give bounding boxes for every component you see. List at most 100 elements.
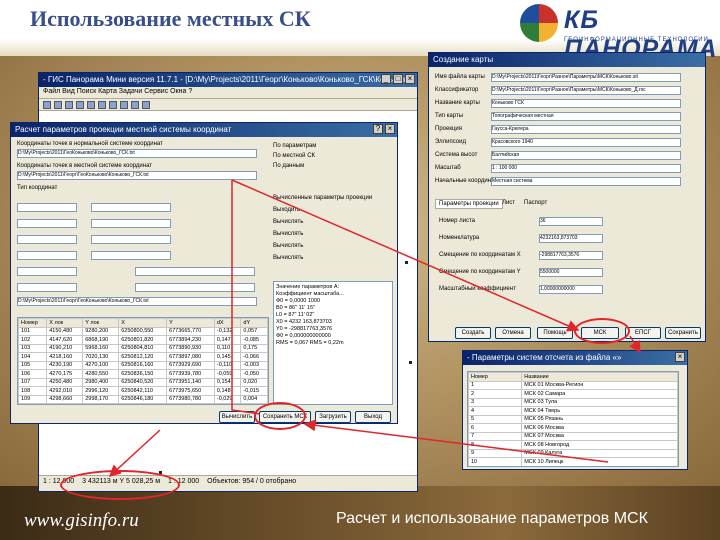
tab-sheet[interactable]: Лист bbox=[499, 199, 518, 207]
info-icon[interactable] bbox=[142, 101, 150, 109]
list-item[interactable]: 7 МСК 07 Москва bbox=[468, 431, 678, 441]
input-12[interactable] bbox=[135, 283, 255, 292]
search-icon[interactable] bbox=[120, 101, 128, 109]
table-row[interactable]: 102 4147,620 6868,190 6250801,820 6773894,23… bbox=[18, 335, 268, 345]
option-2[interactable]: По местной СК bbox=[273, 153, 315, 159]
calculate-button[interactable]: Вычислить bbox=[219, 411, 255, 423]
cancel-button[interactable]: Отмена bbox=[495, 327, 531, 339]
print-icon[interactable] bbox=[65, 101, 73, 109]
create-map-row-input[interactable]: Топографическая местная bbox=[491, 112, 681, 121]
check-2[interactable]: Вычислять bbox=[273, 219, 303, 225]
tab-projection[interactable]: Параметры проекции bbox=[435, 199, 503, 209]
projection-param-input[interactable]: -298817763,3576 bbox=[539, 251, 603, 260]
zoom-out-icon[interactable] bbox=[87, 101, 95, 109]
table-row[interactable]: 103 4190,210 5968,160 6250804,810 6773890,93… bbox=[18, 343, 268, 353]
projection-param-input[interactable]: 4232163,873703 bbox=[539, 234, 603, 243]
zoom-in-icon[interactable] bbox=[76, 101, 84, 109]
points-table-header-cell[interactable]: X лок bbox=[46, 318, 84, 328]
table-row[interactable]: 105 4230,190 4270,100 6250816,160 6773929,69… bbox=[18, 360, 268, 370]
input-5[interactable] bbox=[17, 267, 77, 276]
list-item[interactable]: 8 МСК 08 Новгород bbox=[468, 440, 678, 450]
close-icon[interactable]: × bbox=[385, 124, 395, 134]
create-map-row-input[interactable]: Балтийская bbox=[491, 151, 681, 160]
src-file-input[interactable]: D:\My\Projects\2011\ГеоКоньково\Коньково… bbox=[17, 149, 257, 158]
input-10[interactable] bbox=[91, 251, 171, 260]
list-item-name: МСК 07 Москва bbox=[521, 431, 678, 441]
list-item[interactable]: 4 МСК 04 Тверь bbox=[468, 406, 678, 416]
projection-param-input[interactable]: 1,00000000000 bbox=[539, 285, 603, 294]
help-icon[interactable]: ? bbox=[373, 124, 383, 134]
epsg-button[interactable]: ЕПСГ bbox=[625, 327, 661, 339]
input-9[interactable] bbox=[91, 235, 171, 244]
points-table-header-cell[interactable]: Номер bbox=[18, 318, 48, 328]
gis-menubar[interactable]: Файл Вид Поиск Карта Задачи Сервис Окна … bbox=[39, 87, 417, 99]
input-11[interactable] bbox=[135, 267, 255, 276]
maximize-icon[interactable]: □ bbox=[393, 74, 403, 84]
measure-icon[interactable] bbox=[131, 101, 139, 109]
local-file-input[interactable]: D:\My\Projects\2011\Георг\ГеоКоньково\Ко… bbox=[17, 171, 257, 180]
points-table-header-cell[interactable]: dY bbox=[240, 318, 268, 328]
close-icon[interactable]: × bbox=[405, 74, 415, 84]
select-icon[interactable] bbox=[98, 101, 106, 109]
table-row[interactable]: 101 4150,480 9280,200 6250800,550 6773665,77… bbox=[18, 326, 268, 336]
projection-param-input[interactable]: 5500000 bbox=[539, 268, 603, 277]
list-item[interactable]: 6 МСК 06 Москва bbox=[468, 423, 678, 433]
create-button[interactable]: Создать bbox=[455, 327, 491, 339]
table-row[interactable]: 107 4250,480 2980,400 6250840,520 6773951,14… bbox=[18, 377, 268, 387]
close-icon[interactable]: × bbox=[675, 352, 685, 362]
list-item[interactable]: 2 МСК 02 Самара bbox=[468, 389, 678, 399]
option-1[interactable]: По параметрам bbox=[273, 143, 316, 149]
create-map-row-input[interactable]: D:\My\Projects\2011\Георг\Разное\Парамет… bbox=[491, 86, 681, 95]
save-button[interactable]: Сохранить bbox=[665, 327, 701, 339]
list-item[interactable]: 10 МСК 10 Липецк bbox=[468, 457, 678, 466]
msk-list-header-cell[interactable]: Название bbox=[521, 372, 678, 382]
minimize-icon[interactable]: _ bbox=[381, 74, 391, 84]
input-1[interactable] bbox=[17, 203, 77, 212]
msk-list-header-cell[interactable]: Номер bbox=[468, 372, 523, 382]
create-map-row-input[interactable]: 1 : 100 000 bbox=[491, 164, 681, 173]
check-5[interactable]: Вычислять bbox=[273, 255, 303, 261]
load-button[interactable]: Загрузить bbox=[315, 411, 351, 423]
list-item[interactable]: 3 МСК 03 Тула bbox=[468, 397, 678, 407]
msk-list[interactable]: Номер Название 1 МСК 01 Москва-Регион 2 МСК … bbox=[467, 371, 679, 467]
create-map-row-input[interactable]: D:\My\Projects\2011\Георг\Разное\Парамет… bbox=[491, 73, 681, 82]
list-item[interactable]: 9 МСК 09 Калуга bbox=[468, 448, 678, 458]
check-3[interactable]: Вычислять bbox=[273, 231, 303, 237]
list-item[interactable]: 11МСК 11 Владимир bbox=[468, 465, 678, 466]
check-1[interactable]: Выходить bbox=[273, 207, 300, 213]
exit-button[interactable]: Выход bbox=[355, 411, 391, 423]
create-map-row-input[interactable]: Местная система bbox=[491, 177, 681, 186]
input-2[interactable] bbox=[17, 219, 77, 228]
table-cell: 6773929,690 bbox=[166, 360, 215, 370]
tab-passport[interactable]: Паспорт bbox=[521, 199, 550, 207]
input-7[interactable] bbox=[91, 203, 171, 212]
help-button[interactable]: Помощь bbox=[537, 327, 573, 339]
open-icon[interactable] bbox=[43, 101, 51, 109]
input-4[interactable] bbox=[17, 251, 77, 260]
list-item-number: 11 bbox=[468, 465, 523, 466]
create-map-row-input[interactable]: Коньково ГСК bbox=[491, 99, 681, 108]
list-item[interactable]: 1 МСК 01 Москва-Регион bbox=[468, 380, 678, 390]
input-3[interactable] bbox=[17, 235, 77, 244]
points-table-header-cell[interactable]: Y лок bbox=[82, 318, 120, 328]
input-8[interactable] bbox=[91, 219, 171, 228]
footer-site[interactable]: www.gisinfo.ru bbox=[24, 510, 139, 532]
table-row[interactable]: 104 4218,160 7020,130 6250812,120 6773897,08… bbox=[18, 352, 268, 362]
table-row[interactable]: 108 4292,010 2996,120 6250842,110 6773975,65… bbox=[18, 386, 268, 396]
input-6[interactable] bbox=[17, 283, 77, 292]
output-file-input[interactable]: D:\My\Projects\2011\Георг\ГеоКоньково\Ко… bbox=[17, 297, 257, 306]
points-table[interactable]: Номер X лок Y лок X YdX dY 101 4150,480 9280,20… bbox=[17, 317, 269, 405]
save-icon[interactable] bbox=[54, 101, 62, 109]
create-map-row-input[interactable]: Гаусса-Крюгера bbox=[491, 125, 681, 134]
create-map-row-input[interactable]: Красовского 1940 bbox=[491, 138, 681, 147]
table-row[interactable]: 109 4298,660 2998,170 6250846,180 6773980,78… bbox=[18, 394, 268, 404]
check-4[interactable]: Вычислять bbox=[273, 243, 303, 249]
layers-icon[interactable] bbox=[109, 101, 117, 109]
list-item[interactable]: 5 МСК 05 Рязань bbox=[468, 414, 678, 424]
projection-param-input[interactable]: 36 bbox=[539, 217, 603, 226]
table-row[interactable]: 106 4270,175 4280,550 6250836,150 6773939,78… bbox=[18, 369, 268, 379]
points-table-header-cell[interactable]: X bbox=[118, 318, 168, 328]
option-3[interactable]: По данным bbox=[273, 163, 304, 169]
points-table-header-cell[interactable]: Y bbox=[166, 318, 215, 328]
points-table-header-cell[interactable]: dX bbox=[213, 318, 242, 328]
